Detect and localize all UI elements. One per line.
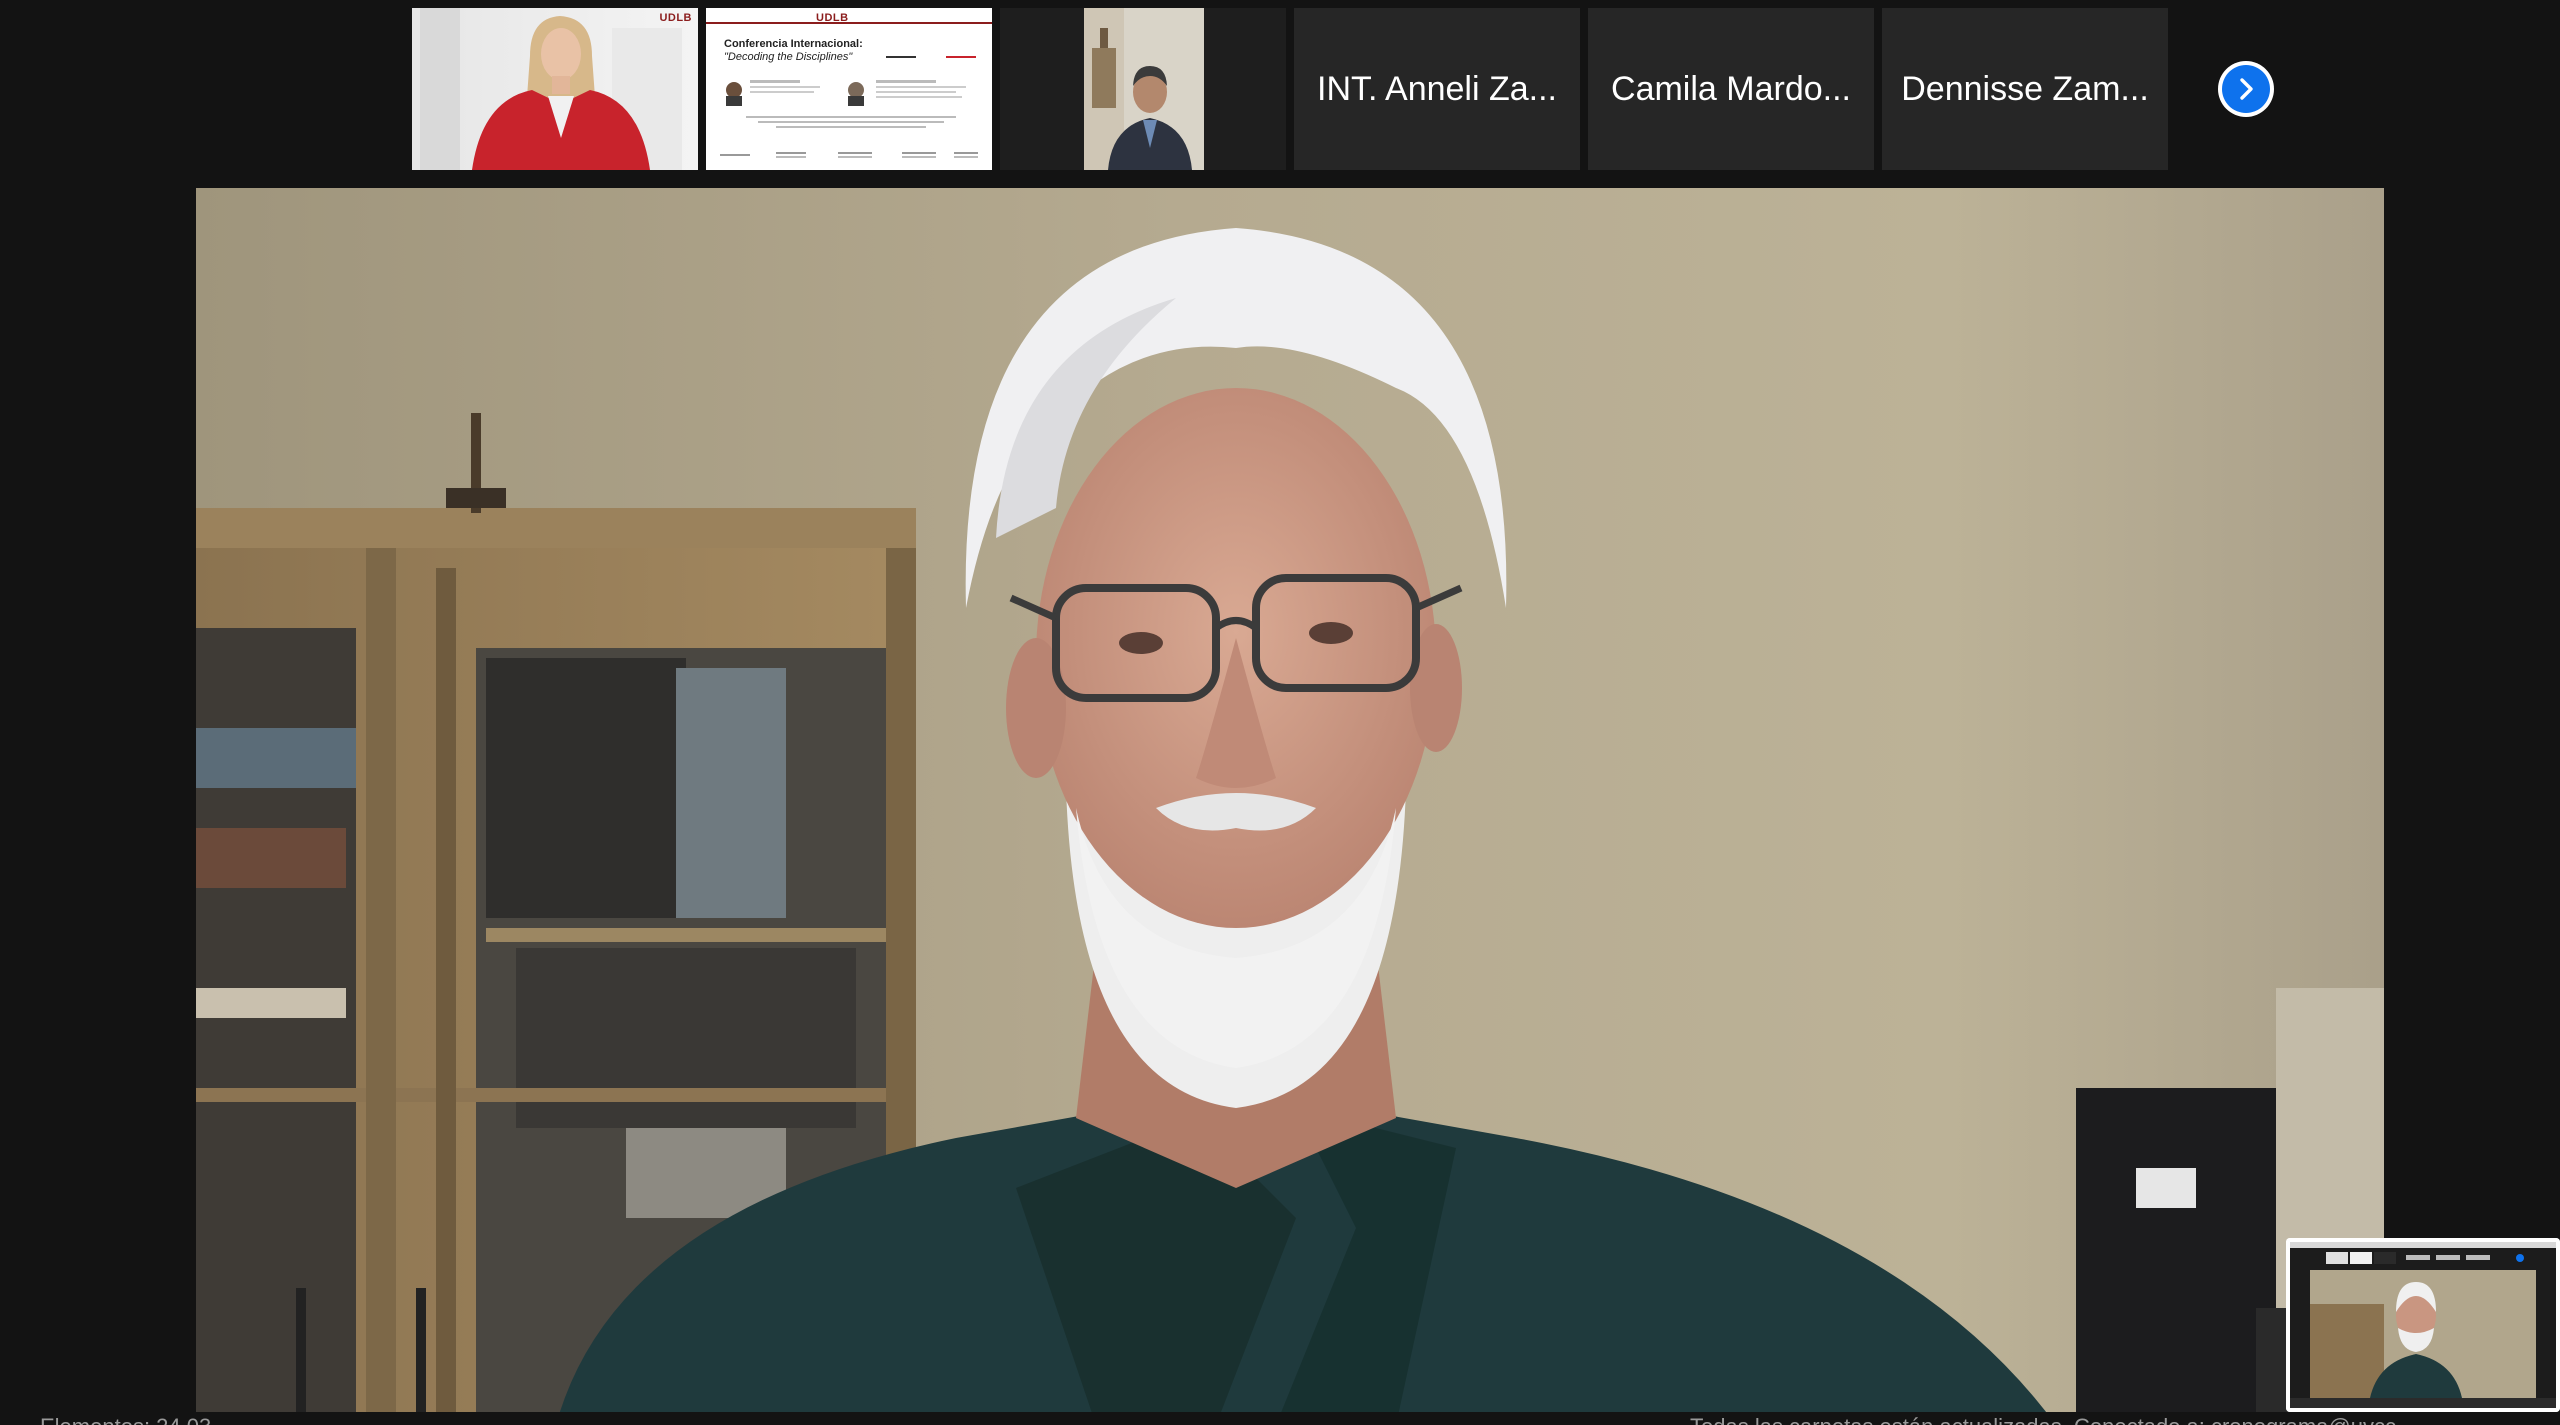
participant-name-tile[interactable]: INT. Anneli Za...	[1294, 8, 1580, 170]
slide-graphics	[706, 22, 992, 158]
participant-thumbnail-strip: UDLB UDLB Conferencia Internacional: "De…	[0, 8, 2560, 170]
participant-name-tile[interactable]: Dennisse Zam...	[1882, 8, 2168, 170]
next-page-button-fill	[2222, 65, 2270, 113]
self-view-screen	[2286, 1238, 2560, 1412]
status-bar: Elementos: 24 03 Todas las carpetas está…	[0, 1412, 2560, 1425]
participant-name: Dennisse Zam...	[1901, 69, 2149, 108]
udlb-logo: UDLB	[659, 12, 692, 24]
participant-video-woman	[412, 8, 698, 170]
participant-video-man	[1000, 8, 1286, 170]
participant-video-tile[interactable]: UDLB	[412, 8, 698, 170]
zoom-meeting-window: UDLB UDLB Conferencia Internacional: "De…	[0, 0, 2560, 1425]
status-left-text: Elementos: 24 03	[40, 1414, 211, 1425]
participant-video-tile[interactable]	[1000, 8, 1286, 170]
speaker-video-frame	[196, 188, 2384, 1425]
participant-name: Camila Mardo...	[1611, 69, 1851, 108]
participant-name-tile[interactable]: Camila Mardo...	[1588, 8, 1874, 170]
next-page-button[interactable]	[2218, 61, 2274, 117]
self-view-preview[interactable]	[2286, 1238, 2560, 1412]
active-speaker-video[interactable]	[196, 188, 2384, 1425]
shared-screen-tile[interactable]: UDLB Conferencia Internacional: "Decodin…	[706, 8, 992, 170]
participant-name: INT. Anneli Za...	[1317, 69, 1557, 108]
chevron-right-icon	[2240, 78, 2253, 100]
status-right-text: Todas las carpetas están actualizadas. C…	[1690, 1414, 2396, 1425]
